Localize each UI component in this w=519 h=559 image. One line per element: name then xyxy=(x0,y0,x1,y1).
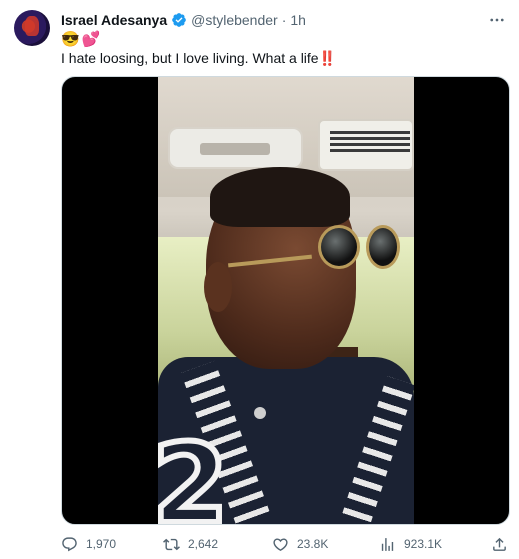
share-icon xyxy=(493,537,506,551)
two-hearts-emoji: 💕 xyxy=(81,31,101,48)
tweet-header: Israel Adesanya @stylebender · 1h xyxy=(61,10,306,30)
verified-badge-icon xyxy=(171,12,187,28)
car-dome-light xyxy=(168,127,303,169)
heart-icon xyxy=(273,537,288,551)
retweet-count: 2,642 xyxy=(188,537,219,551)
reply-count: 1,970 xyxy=(86,537,117,551)
author-name[interactable]: Israel Adesanya xyxy=(61,12,167,28)
video-frame[interactable]: 2 xyxy=(158,77,414,525)
tweet-body: I hate loosing, but I love living. What … xyxy=(61,50,319,66)
sunglasses-emoji: 😎 xyxy=(61,31,80,48)
person-hair xyxy=(210,167,350,227)
tweet-emojis: 😎 💕 xyxy=(61,31,100,49)
jacket-numeral: 2 xyxy=(158,420,232,525)
retweet-button[interactable]: 2,642 xyxy=(163,533,218,555)
jacket-button xyxy=(254,407,266,419)
views-chart-icon xyxy=(381,537,394,551)
car-vent xyxy=(318,119,414,171)
like-count: 23.8K xyxy=(297,537,329,551)
share-button[interactable] xyxy=(491,533,508,555)
sunglasses-lens-right xyxy=(366,225,400,269)
timestamp[interactable]: 1h xyxy=(290,12,306,28)
tweet-actions: 1,970 2,642 23.8K 923.1K xyxy=(61,533,510,555)
separator-dot: · xyxy=(281,12,287,28)
more-options-icon[interactable] xyxy=(487,12,507,28)
author-handle[interactable]: @stylebender xyxy=(191,12,278,28)
reply-button[interactable]: 1,970 xyxy=(61,533,116,555)
reply-icon xyxy=(62,536,77,551)
sunglasses xyxy=(308,225,400,273)
double-exclamation-emoji: ‼️ xyxy=(318,50,336,66)
views-button[interactable]: 923.1K xyxy=(379,533,442,555)
like-button[interactable]: 23.8K xyxy=(272,533,328,555)
sunglasses-lens-left xyxy=(318,225,360,269)
person-ear xyxy=(204,262,232,312)
video-player[interactable]: 2 xyxy=(61,76,510,525)
retweet-icon xyxy=(163,538,180,550)
views-count: 923.1K xyxy=(404,537,443,551)
tweet-text: I hate loosing, but I love living. What … xyxy=(61,49,336,67)
avatar[interactable] xyxy=(14,10,50,46)
